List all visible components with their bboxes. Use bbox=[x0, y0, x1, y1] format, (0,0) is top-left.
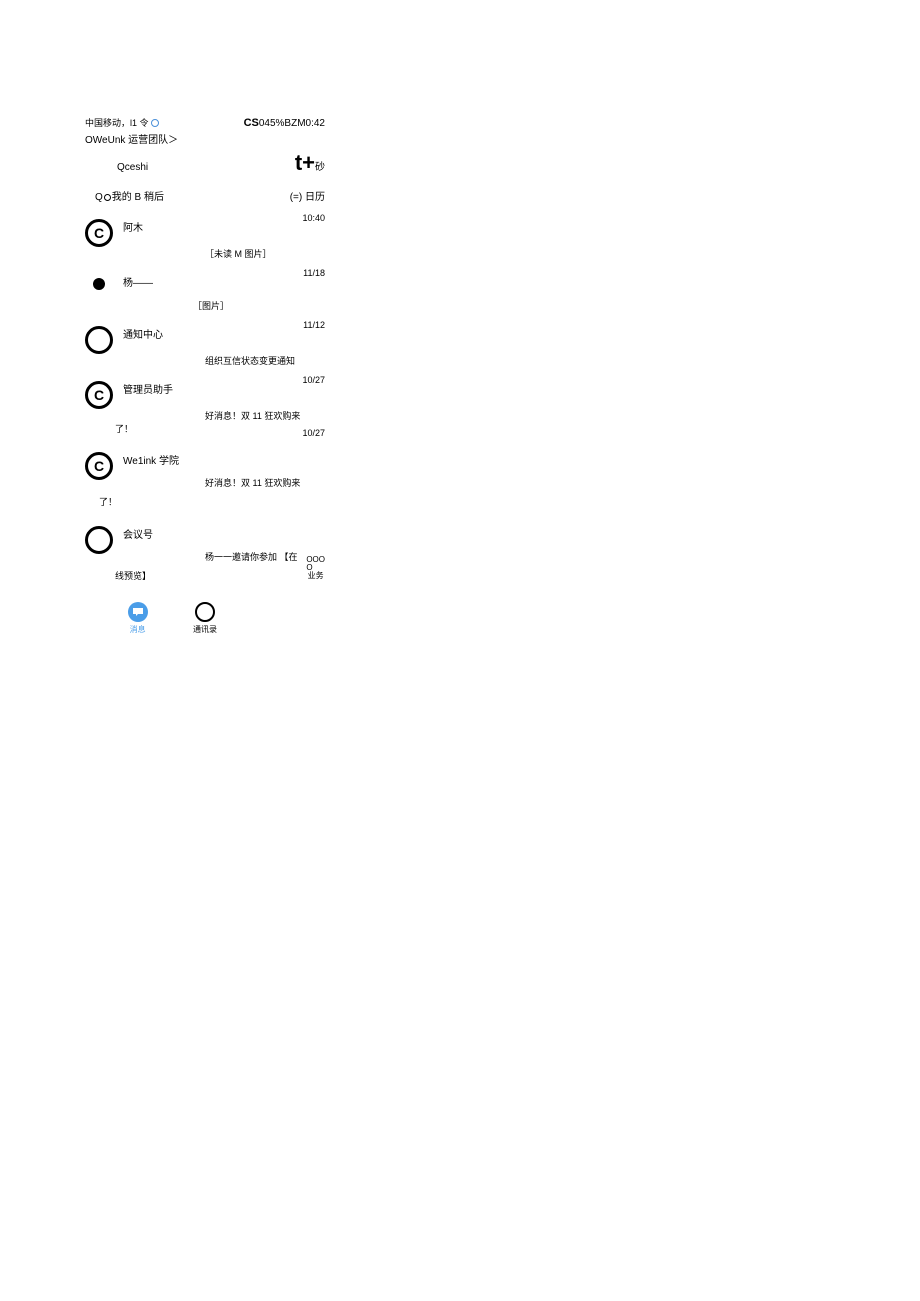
header-title[interactable]: OWeUnk 运营团队＞ bbox=[85, 131, 325, 146]
chat-name: We1ink 学院 bbox=[123, 452, 325, 467]
biz-label: 业务 bbox=[308, 572, 324, 580]
search-shortcut[interactable]: Q我的 B 稍后 bbox=[95, 188, 164, 203]
chat-time: 10/27 bbox=[302, 428, 325, 438]
chat-preview-2: 了！ bbox=[99, 495, 325, 508]
chat-name: 通知中心 bbox=[123, 326, 325, 341]
tab-messages[interactable]: 消息 bbox=[128, 602, 148, 635]
contacts-icon bbox=[195, 602, 215, 622]
avatar-icon: C bbox=[85, 219, 113, 247]
circle-icon bbox=[104, 194, 111, 201]
avatar-ring-icon bbox=[85, 326, 113, 354]
chat-list: C 阿木 10:40 ［未读 M 图片］ 杨—— 11/18 ［图片］ bbox=[85, 213, 325, 582]
avatar-icon: C bbox=[85, 381, 113, 409]
chat-time: 10/27 bbox=[302, 375, 325, 385]
chat-preview-2: 线预览】 bbox=[115, 569, 298, 582]
chat-name: 会议号 bbox=[123, 526, 325, 541]
chat-name: 杨—— bbox=[123, 274, 325, 289]
qceshi-label: Qceshi bbox=[85, 154, 148, 173]
tplus-label: t+砂 bbox=[295, 150, 325, 176]
calendar-link[interactable]: (=) 日历 bbox=[290, 188, 325, 203]
chat-item[interactable]: 通知中心 11/12 bbox=[85, 320, 325, 360]
carrier-text: 中国移动，l1 令 bbox=[85, 118, 149, 128]
chat-time: 11/18 bbox=[303, 268, 325, 278]
chat-time: 10:40 bbox=[302, 213, 325, 223]
chat-name: 管理员助手 bbox=[123, 381, 325, 396]
status-bar: 中国移动，l1 令 CS045%BZM0:42 bbox=[85, 116, 325, 129]
chat-item[interactable]: C 阿木 10:40 bbox=[85, 213, 325, 253]
wifi-icon bbox=[151, 119, 159, 127]
chat-preview-2: 了！ bbox=[115, 422, 133, 438]
tab-contacts[interactable]: 通讯录 bbox=[193, 602, 217, 635]
bottom-nav: 消息 通讯录 bbox=[85, 602, 325, 635]
dots-icon: OOOO bbox=[306, 556, 325, 572]
chat-item[interactable]: C 管理员助手 10/27 bbox=[85, 375, 325, 415]
chat-item[interactable]: C We1ink 学院 bbox=[85, 446, 325, 482]
biz-tab[interactable]: OOOO 业务 bbox=[306, 556, 325, 582]
chat-time: 11/12 bbox=[303, 320, 325, 330]
chat-item[interactable]: 会议号 bbox=[85, 520, 325, 556]
tab-label: 消息 bbox=[130, 624, 146, 635]
chat-name: 阿木 bbox=[123, 219, 325, 234]
avatar-ring-icon bbox=[85, 526, 113, 554]
message-icon bbox=[128, 602, 148, 622]
tab-label: 通讯录 bbox=[193, 624, 217, 635]
avatar-icon: C bbox=[85, 452, 113, 480]
status-right: CS045%BZM0:42 bbox=[244, 117, 325, 129]
chat-item[interactable]: 杨—— 11/18 bbox=[85, 268, 325, 305]
avatar-dot-icon bbox=[93, 278, 105, 290]
